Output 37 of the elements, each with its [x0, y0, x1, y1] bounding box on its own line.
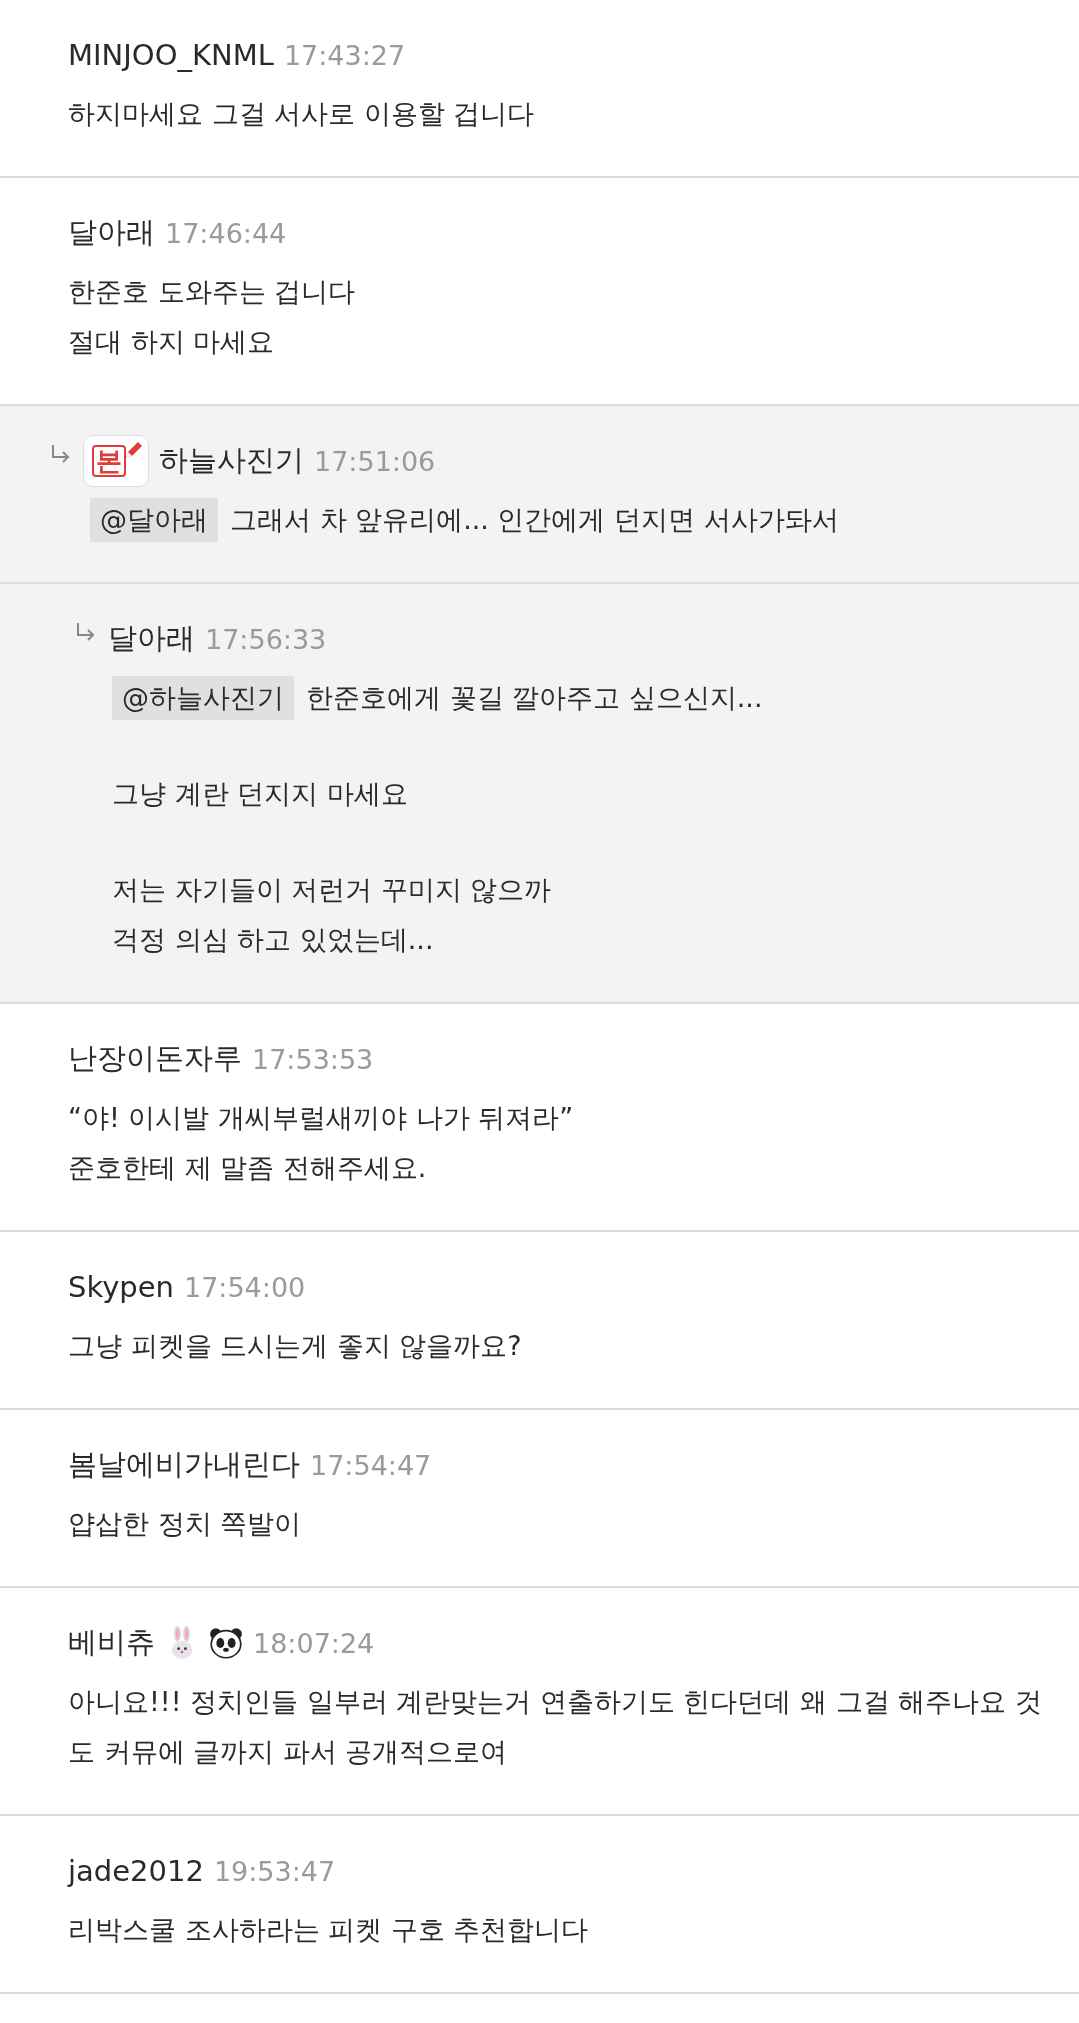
author-name[interactable]: 베비츄 [68, 1623, 155, 1663]
comment-text: “야! 이시발 개씨부럴새끼야 나가 뒤져라” [68, 1101, 574, 1135]
author-name[interactable]: MINJOO_KNML [68, 38, 274, 72]
comment-text: 얍삽한 정치 쪽발이 [68, 1507, 302, 1541]
comment-text: 리박스쿨 조사하라는 피켓 구호 추천합니다 [68, 1913, 589, 1947]
comment-text: 그래서 차 앞유리에... 인간에게 던지면 서사가돠서 [230, 503, 839, 537]
comment-text: 도 커뮤에 글까지 파서 공개적으로여 [68, 1735, 508, 1769]
timestamp: 17:51:06 [314, 445, 436, 477]
timestamp: 17:56:33 [205, 623, 327, 655]
timestamp: 17:43:27 [283, 39, 406, 71]
author-name[interactable]: 난장이돈자루 [68, 1039, 242, 1079]
comment-text: 그냥 피켓을 드시는게 좋지 않을까요? [68, 1329, 522, 1363]
comment-text: 준호한테 제 말좀 전해주세요. [68, 1151, 427, 1185]
comment-text: 하지마세요 그걸 서사로 이용할 겁니다 [68, 97, 535, 131]
author-name[interactable]: Skypen [68, 1270, 174, 1304]
author-name[interactable]: 봄날에비가내린다 [68, 1445, 300, 1485]
comment-text: 한준호에게 꽃길 깔아주고 싶으신지... [306, 681, 763, 715]
timestamp: 18:07:24 [253, 1627, 375, 1659]
timestamp: 17:54:47 [310, 1449, 432, 1481]
mention-tag[interactable]: @달아래 [90, 498, 218, 542]
timestamp: 19:53:47 [213, 1855, 336, 1887]
avatar-badge: 본 [83, 435, 149, 487]
comment-text: 걱정 의심 하고 있었는데... [112, 923, 434, 957]
timestamp: 17:46:44 [165, 217, 287, 249]
comment-text: 한준호 도와주는 겁니다 [68, 275, 356, 309]
comment-text: 아니요!!! 정치인들 일부러 계란맞는거 연출하기도 힌다던데 왜 그걸 해주나요 것 [68, 1685, 1042, 1719]
panda-icon [209, 1626, 243, 1660]
author-name[interactable]: 달아래 [108, 619, 195, 659]
comment-text: 저는 자기들이 저런거 꾸미지 않으까 [112, 873, 552, 907]
comment-text: 절대 하지 마세요 [68, 325, 275, 359]
timestamp: 17:53:53 [252, 1043, 374, 1075]
author-name[interactable]: 달아래 [68, 213, 155, 253]
comment-text: 그냥 계란 던지지 마세요 [112, 777, 408, 811]
mention-tag[interactable]: @하늘사진기 [112, 676, 294, 720]
author-name[interactable]: jade2012 [68, 1854, 204, 1888]
author-name[interactable]: 하늘사진기 [159, 441, 304, 481]
timestamp: 17:54:00 [183, 1271, 306, 1303]
